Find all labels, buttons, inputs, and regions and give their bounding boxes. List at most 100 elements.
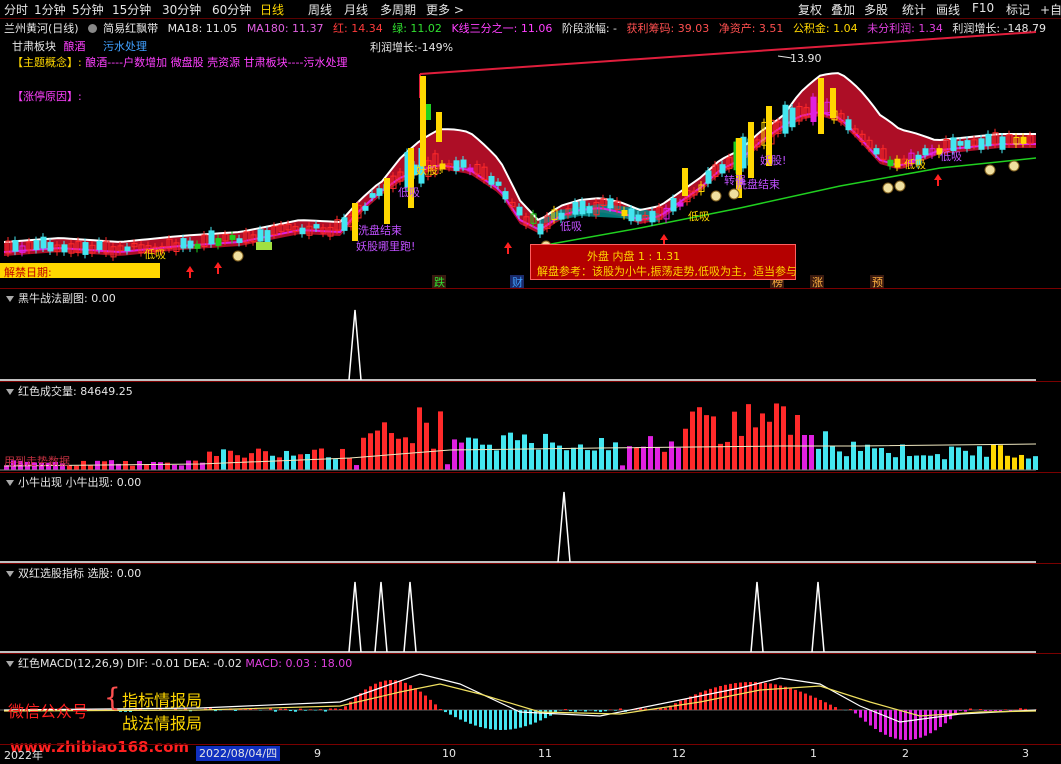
volume-bar [473, 438, 478, 470]
period-tab-9[interactable]: 多周期 [380, 1, 416, 18]
period-tab-6[interactable]: 日线 [260, 1, 284, 18]
panel1-chart [0, 289, 1061, 381]
macd-bar [504, 710, 507, 730]
volume-bar [620, 465, 625, 470]
volume-bar [347, 458, 352, 470]
macd-bar [759, 682, 762, 710]
candle-body [62, 245, 67, 252]
macd-bar [824, 702, 827, 710]
toolbar-right-1[interactable]: 叠加 [831, 1, 855, 18]
macd-bar [904, 710, 907, 740]
candle-body [636, 215, 641, 221]
toolbar-right-4[interactable]: 画线 [936, 1, 960, 18]
macd-bar [324, 710, 327, 712]
volume-bar [613, 442, 618, 470]
volume-bar [774, 403, 779, 470]
red-trend-line [420, 32, 1036, 74]
bottom-tag-1: 财 [512, 275, 523, 288]
macd-bar [784, 687, 787, 710]
period-tab-3[interactable]: 15分钟 [112, 1, 151, 18]
money-bag-icon-7 [1009, 161, 1019, 171]
macd-bar [989, 710, 992, 711]
candle-body [363, 206, 368, 210]
panel4-chart [0, 564, 1061, 653]
volume-bar [928, 456, 933, 470]
macd-bar [769, 684, 772, 710]
volume-bar [634, 447, 639, 470]
macd-bar [584, 710, 587, 712]
macd-bar [269, 708, 272, 710]
macd-bar [454, 710, 457, 717]
macd-bar [439, 709, 442, 710]
macd-bar [804, 694, 807, 710]
volume-bar [907, 456, 912, 470]
macd-bar [734, 683, 737, 710]
period-tab-7[interactable]: 周线 [308, 1, 332, 18]
volume-bar [984, 457, 989, 470]
period-tab-1[interactable]: 1分钟 [34, 1, 66, 18]
volume-bar [494, 450, 499, 470]
volume-bar [130, 466, 135, 470]
volume-bar [389, 433, 394, 470]
volume-bar [368, 433, 373, 470]
candle-body [209, 231, 214, 244]
period-tab-4[interactable]: 30分钟 [162, 1, 201, 18]
macd-bar [474, 710, 477, 726]
spike-0 [349, 310, 361, 380]
volume-bar [508, 433, 513, 470]
macd-bar [399, 681, 402, 710]
toolbar-right-2[interactable]: 多股 [864, 1, 888, 18]
period-tab-8[interactable]: 月线 [344, 1, 368, 18]
macd-bar [429, 700, 432, 710]
macd-bar [329, 708, 332, 710]
toolbar-right-7[interactable]: +自选 [1040, 1, 1061, 18]
annotation-label-2: 洗盘结束 [358, 223, 402, 237]
macd-bar [424, 696, 427, 710]
volume-bar [424, 423, 429, 470]
volume-bar [683, 429, 688, 470]
volume-bar [305, 454, 310, 470]
toolbar-right-5[interactable]: F10 [972, 1, 994, 15]
volume-bar [718, 444, 723, 470]
volume-bar [781, 406, 786, 470]
volume-bar [872, 448, 877, 470]
panel3-chart [0, 473, 1061, 563]
macd-bar [894, 710, 897, 739]
toolbar-right-6[interactable]: 标记 [1006, 1, 1030, 18]
annotation-label-7: 妖股! [760, 153, 786, 167]
period-tab-0[interactable]: 分时 [4, 1, 28, 18]
toolbar-right-3[interactable]: 统计 [902, 1, 926, 18]
macd-bar [909, 710, 912, 740]
macd-bar [304, 710, 307, 711]
volume-bar [515, 440, 520, 470]
candle-body [195, 244, 200, 248]
candle-body [314, 225, 319, 228]
volume-bar [487, 445, 492, 470]
unlock-date-label: 解禁日期: [4, 264, 52, 280]
axis-label-6: 2 [902, 747, 909, 760]
red-ribbon [4, 73, 1036, 256]
volume-bar [690, 412, 695, 470]
macd-bar [284, 709, 287, 710]
volume-bar [501, 435, 506, 470]
volume-bar [1033, 456, 1038, 470]
volume-bar [662, 452, 667, 470]
volume-bar [550, 443, 555, 470]
candle-body [237, 239, 242, 243]
period-tab-2[interactable]: 5分钟 [72, 1, 104, 18]
macd-bar [464, 710, 467, 722]
candle-body [188, 241, 193, 248]
unlock-date-bar: 解禁日期: [0, 263, 160, 278]
macd-bar [484, 710, 487, 728]
volume-bar [711, 416, 716, 470]
macd-bar [739, 683, 742, 710]
toolbar-right-0[interactable]: 复权 [798, 1, 822, 18]
volume-bar [291, 456, 296, 470]
period-tab-5[interactable]: 60分钟 [212, 1, 251, 18]
volume-bar [858, 451, 863, 470]
macd-bar [919, 710, 922, 738]
period-tab-10[interactable]: 更多 > [426, 1, 464, 18]
volume-bar [739, 436, 744, 470]
macd-bar [984, 710, 987, 711]
volume-bar [137, 461, 142, 470]
